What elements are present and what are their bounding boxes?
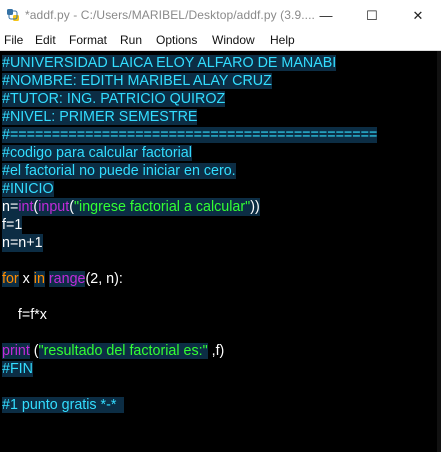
builtin-token: input [38,199,70,215]
maximize-icon: ☐ [366,7,378,23]
menu-file[interactable]: File [4,33,23,47]
code-token: n=n+1 [2,235,43,251]
python-idle-icon [7,9,19,21]
maximize-button[interactable]: ☐ [349,0,395,31]
window-title: *addf.py - C:/Users/MARIBEL/Desktop/addf… [25,8,315,22]
code-line-9: n=int(input("ingrese factorial a calcula… [2,198,260,216]
code-token: (2, n): [85,271,123,287]
builtin-token: range [48,271,86,287]
close-button[interactable]: ✕ [395,0,441,31]
code-line-15: f=f*x [2,306,47,324]
code-line-7: #el factorial no puede iniciar en cero. [2,162,236,180]
code-line-20: #1 punto gratis *-* [2,396,125,414]
keyword-token: in [33,271,45,287]
menu-options[interactable]: Options [156,33,197,47]
menu-window[interactable]: Window [212,33,255,47]
comment-text: #1 punto gratis *-* [2,397,125,413]
builtin-token: int [18,199,34,215]
code-line-2: #NOMBRE: EDITH MARIBEL ALAY CRUZ [2,72,272,90]
string-token: "ingrese factorial a calcular" [73,199,251,215]
code-editor[interactable]: #UNIVERSIDAD LAICA ELOY ALFARO DE MANABI… [0,51,441,452]
code-line-1: #UNIVERSIDAD LAICA ELOY ALFARO DE MANABI [2,54,337,72]
comment-text: #TUTOR: ING. PATRICIO QUIROZ [2,91,226,107]
menu-edit[interactable]: Edit [35,33,56,47]
code-line-3: #TUTOR: ING. PATRICIO QUIROZ [2,90,226,108]
code-line-13: for x in range(2, n): [2,270,123,288]
minimize-button[interactable]: — [303,0,349,31]
code-line-6: #codigo para calcular factorial [2,144,192,162]
comment-text: #NIVEL: PRIMER SEMESTRE [2,109,198,125]
title-bar: *addf.py - C:/Users/MARIBEL/Desktop/addf… [0,0,441,31]
comment-text: #NOMBRE: EDITH MARIBEL ALAY CRUZ [2,73,272,89]
code-line-4: #NIVEL: PRIMER SEMESTRE [2,108,198,126]
code-line-10: f=1 [2,216,23,234]
comment-text: #=======================================… [2,127,378,143]
comment-text: #FIN [2,361,33,377]
code-token: )) [250,199,260,215]
code-line-5: #=======================================… [2,126,378,144]
code-line-18: #FIN [2,360,33,378]
code-token: f=1 [2,217,23,233]
code-line-17: print ("resultado del factorial es:" ,f) [2,342,224,360]
comment-text: #INICIO [2,181,54,197]
menu-bar: File Edit Format Run Options Window Help [0,31,441,51]
comment-text: #codigo para calcular factorial [2,145,192,161]
code-token: f=f*x [2,307,47,323]
string-token: "resultado del factorial es:" [38,343,208,359]
menu-run[interactable]: Run [120,33,142,47]
code-line-8: #INICIO [2,180,54,198]
menu-help[interactable]: Help [270,33,295,47]
comment-text: #el factorial no puede iniciar en cero. [2,163,236,179]
editor-scrollbar[interactable] [437,51,441,452]
code-token: ,f) [207,343,225,359]
code-token: n= [2,199,19,215]
code-token: ( [29,343,39,359]
minimize-icon: — [319,8,333,23]
menu-format[interactable]: Format [69,33,107,47]
code-line-11: n=n+1 [2,234,43,252]
code-token: x [18,271,34,287]
keyword-token: for [2,271,19,287]
comment-text: #UNIVERSIDAD LAICA ELOY ALFARO DE MANABI [2,55,337,71]
close-icon: ✕ [412,7,424,23]
builtin-token: print [2,343,30,359]
